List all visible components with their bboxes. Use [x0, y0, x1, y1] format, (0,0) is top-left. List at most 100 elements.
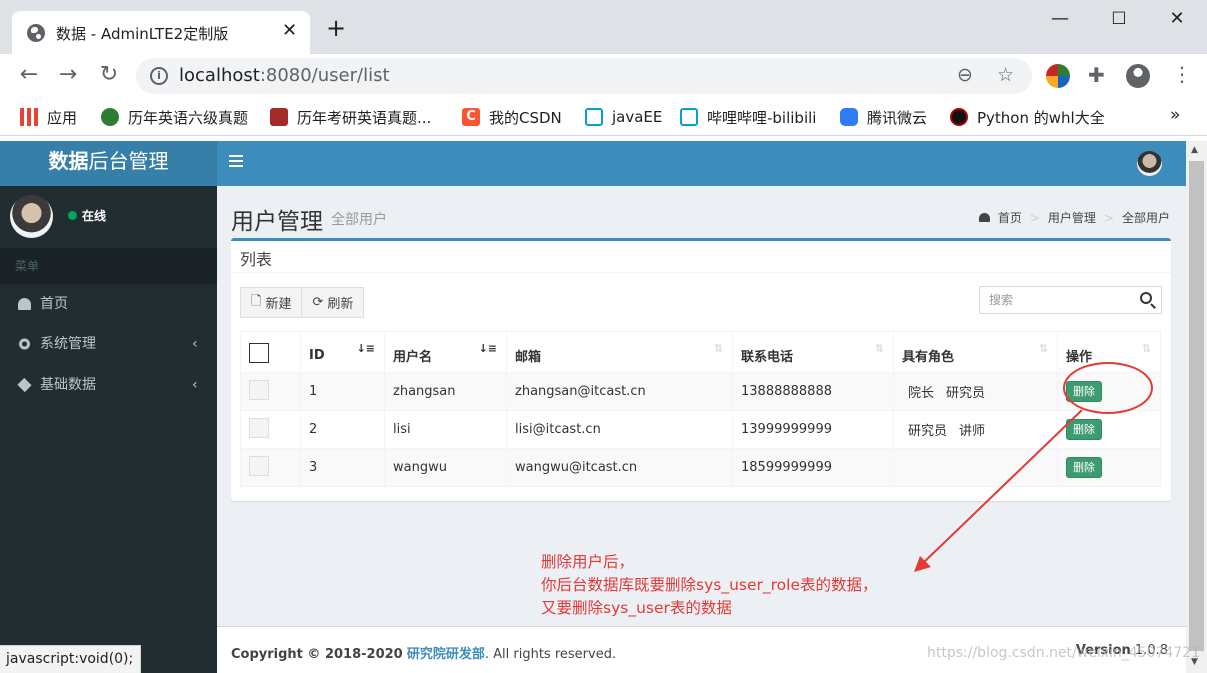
scroll-up-icon[interactable]: ▲	[1191, 145, 1198, 155]
search-icon[interactable]	[1140, 292, 1152, 304]
table-row: 3 wangwu wangwu@itcast.cn 18599999999 删除	[240, 448, 1161, 487]
bookmark-weiyun[interactable]: 腾讯微云	[840, 107, 927, 127]
sort-icon: ⇅	[874, 342, 884, 355]
bookmark-cet6[interactable]: 历年英语六级真题	[101, 107, 248, 127]
window-close-icon[interactable]: ✕	[1162, 8, 1192, 30]
search-box	[979, 286, 1162, 314]
sidebar-item-basedata[interactable]: 基础数据 ‹	[0, 365, 217, 405]
cell-roles: 研究员 讲师	[893, 410, 1058, 449]
sidebar-avatar	[10, 195, 53, 238]
menu-header: 菜单	[0, 248, 217, 284]
browser-tab[interactable]: 数据 - AdminLTE2定制版 ✕	[12, 11, 310, 54]
puzzle-icon[interactable]: ✚	[1088, 63, 1105, 87]
refresh-button[interactable]: ⟳ 刷新	[302, 287, 365, 318]
row-checkbox[interactable]	[249, 417, 269, 438]
bookmark-csdn[interactable]: C 我的CSDN	[462, 107, 562, 127]
sidebar-item-system[interactable]: 系统管理 ‹	[0, 324, 217, 364]
browser-toolbar: ← → ↻ i localhost:8080/user/list ⊖ ☆ ✚ ⋮	[0, 54, 1207, 99]
python-whl-icon	[950, 108, 968, 126]
site-info-icon[interactable]: i	[150, 67, 168, 85]
sort-icon: ⇅	[713, 342, 723, 355]
app-logo[interactable]: 数据后台管理	[0, 141, 217, 186]
breadcrumb-separator: >	[1103, 210, 1114, 225]
breadcrumb-all-users: 全部用户	[1121, 211, 1170, 225]
close-tab-icon[interactable]: ✕	[282, 21, 297, 41]
sidebar: 在线 菜单 首页 系统管理 ‹ 基础数据 ‹	[0, 186, 217, 673]
select-all-checkbox[interactable]	[249, 343, 269, 363]
extension-icon[interactable]	[1046, 64, 1070, 88]
sidebar-toggle-icon[interactable]	[229, 155, 243, 167]
chevron-left-icon: ‹	[192, 336, 198, 352]
column-header-id[interactable]: ID ↓≡	[300, 331, 385, 373]
tab-title: 数据 - AdminLTE2定制版	[56, 25, 229, 43]
online-status-icon	[68, 211, 77, 220]
row-checkbox[interactable]	[249, 455, 269, 476]
search-input[interactable]	[980, 287, 1130, 313]
book-icon	[270, 108, 288, 126]
scroll-thumb[interactable]	[1189, 161, 1204, 651]
online-status: 在线	[82, 209, 107, 223]
column-header-roles[interactable]: 具有角色 ⇅	[893, 331, 1058, 373]
bilibili-icon	[585, 108, 603, 126]
cell-email: wangwu@itcast.cn	[506, 448, 733, 487]
delete-button[interactable]: 删除	[1066, 419, 1102, 440]
bookmark-kaoyan[interactable]: 历年考研英语真题...	[270, 107, 431, 127]
maximize-icon[interactable]: ☐	[1104, 8, 1134, 30]
watermark: https://blog.csdn.net/weixin_45074721	[927, 645, 1201, 661]
cell-id: 3	[300, 448, 385, 487]
bookmark-javaee[interactable]: javaEE	[585, 107, 662, 127]
address-bar[interactable]: i localhost:8080/user/list ⊖ ☆	[136, 58, 1032, 94]
bookmark-site-icon	[101, 108, 119, 126]
zoom-icon[interactable]: ⊖	[957, 64, 973, 86]
sidebar-item-home[interactable]: 首页	[0, 284, 217, 324]
table-header-row: ID ↓≡ 用户名 ↓≡ 邮箱 ⇅ 联系电话 ⇅ 具有角色 ⇅ 操作 ⇅	[240, 331, 1161, 373]
column-header-username[interactable]: 用户名 ↓≡	[384, 331, 507, 373]
back-icon[interactable]: ←	[16, 63, 42, 87]
forward-icon[interactable]: →	[55, 63, 81, 87]
table-row: 1 zhangsan zhangsan@itcast.cn 1388888888…	[240, 372, 1161, 411]
page-title: 用户管理	[231, 209, 323, 235]
cell-phone: 18599999999	[732, 448, 894, 487]
bookmark-apps[interactable]: 应用	[20, 107, 77, 127]
top-navbar	[217, 141, 1186, 186]
breadcrumb-users[interactable]: 用户管理	[1048, 209, 1096, 226]
file-icon: 🗋	[251, 293, 262, 309]
box-header: 列表	[231, 241, 1171, 273]
minimize-icon[interactable]: —	[1045, 8, 1075, 30]
copyright: Copyright © 2018-2020 研究院研发部. All rights…	[231, 647, 617, 662]
bookmarks-overflow-button[interactable]: »	[1170, 105, 1180, 125]
page-scrollbar[interactable]: ▲ ▼	[1186, 141, 1207, 673]
new-button[interactable]: 🗋 新建	[240, 287, 303, 318]
csdn-icon: C	[462, 108, 480, 126]
cloud-icon	[840, 108, 858, 126]
profile-icon[interactable]	[1126, 64, 1150, 88]
row-checkbox[interactable]	[249, 379, 269, 400]
column-header-phone[interactable]: 联系电话 ⇅	[732, 331, 894, 373]
star-icon[interactable]: ☆	[997, 64, 1014, 86]
reload-icon[interactable]: ↻	[96, 63, 122, 87]
cell-actions: 删除	[1057, 410, 1161, 449]
new-tab-button[interactable]: +	[326, 16, 346, 40]
cell-email: zhangsan@itcast.cn	[506, 372, 733, 411]
delete-button[interactable]: 删除	[1066, 457, 1102, 478]
cell-phone: 13888888888	[732, 372, 894, 411]
annotation-note: 删除用户后， 你后台数据库既要删除sys_user_role表的数据， 又要删除…	[541, 553, 878, 617]
breadcrumb-home[interactable]: 首页	[998, 209, 1022, 226]
apps-grid-icon	[20, 108, 38, 126]
page-subtitle: 全部用户	[331, 212, 387, 228]
column-header-email[interactable]: 邮箱 ⇅	[506, 331, 733, 373]
bookmark-python-whl[interactable]: Python 的whl大全	[950, 107, 1105, 127]
cell-actions: 删除	[1057, 448, 1161, 487]
user-avatar[interactable]	[1137, 151, 1162, 176]
sort-icon: ⇅	[1038, 342, 1048, 355]
sort-asc-icon: ↓≡	[356, 342, 375, 355]
cell-username: lisi	[384, 410, 507, 449]
org-link[interactable]: 研究院研发部	[407, 647, 485, 662]
url-text: localhost:8080/user/list	[179, 65, 390, 86]
bookmark-bilibili[interactable]: 哔哩哔哩-bilibili	[680, 107, 816, 127]
user-table: ID ↓≡ 用户名 ↓≡ 邮箱 ⇅ 联系电话 ⇅ 具有角色 ⇅ 操作 ⇅ 1 zhangsa…	[240, 331, 1161, 487]
cell-email: lisi@itcast.cn	[506, 410, 733, 449]
cell-phone: 13999999999	[732, 410, 894, 449]
select-all-cell	[240, 331, 301, 373]
more-menu-icon[interactable]: ⋮	[1172, 62, 1192, 86]
